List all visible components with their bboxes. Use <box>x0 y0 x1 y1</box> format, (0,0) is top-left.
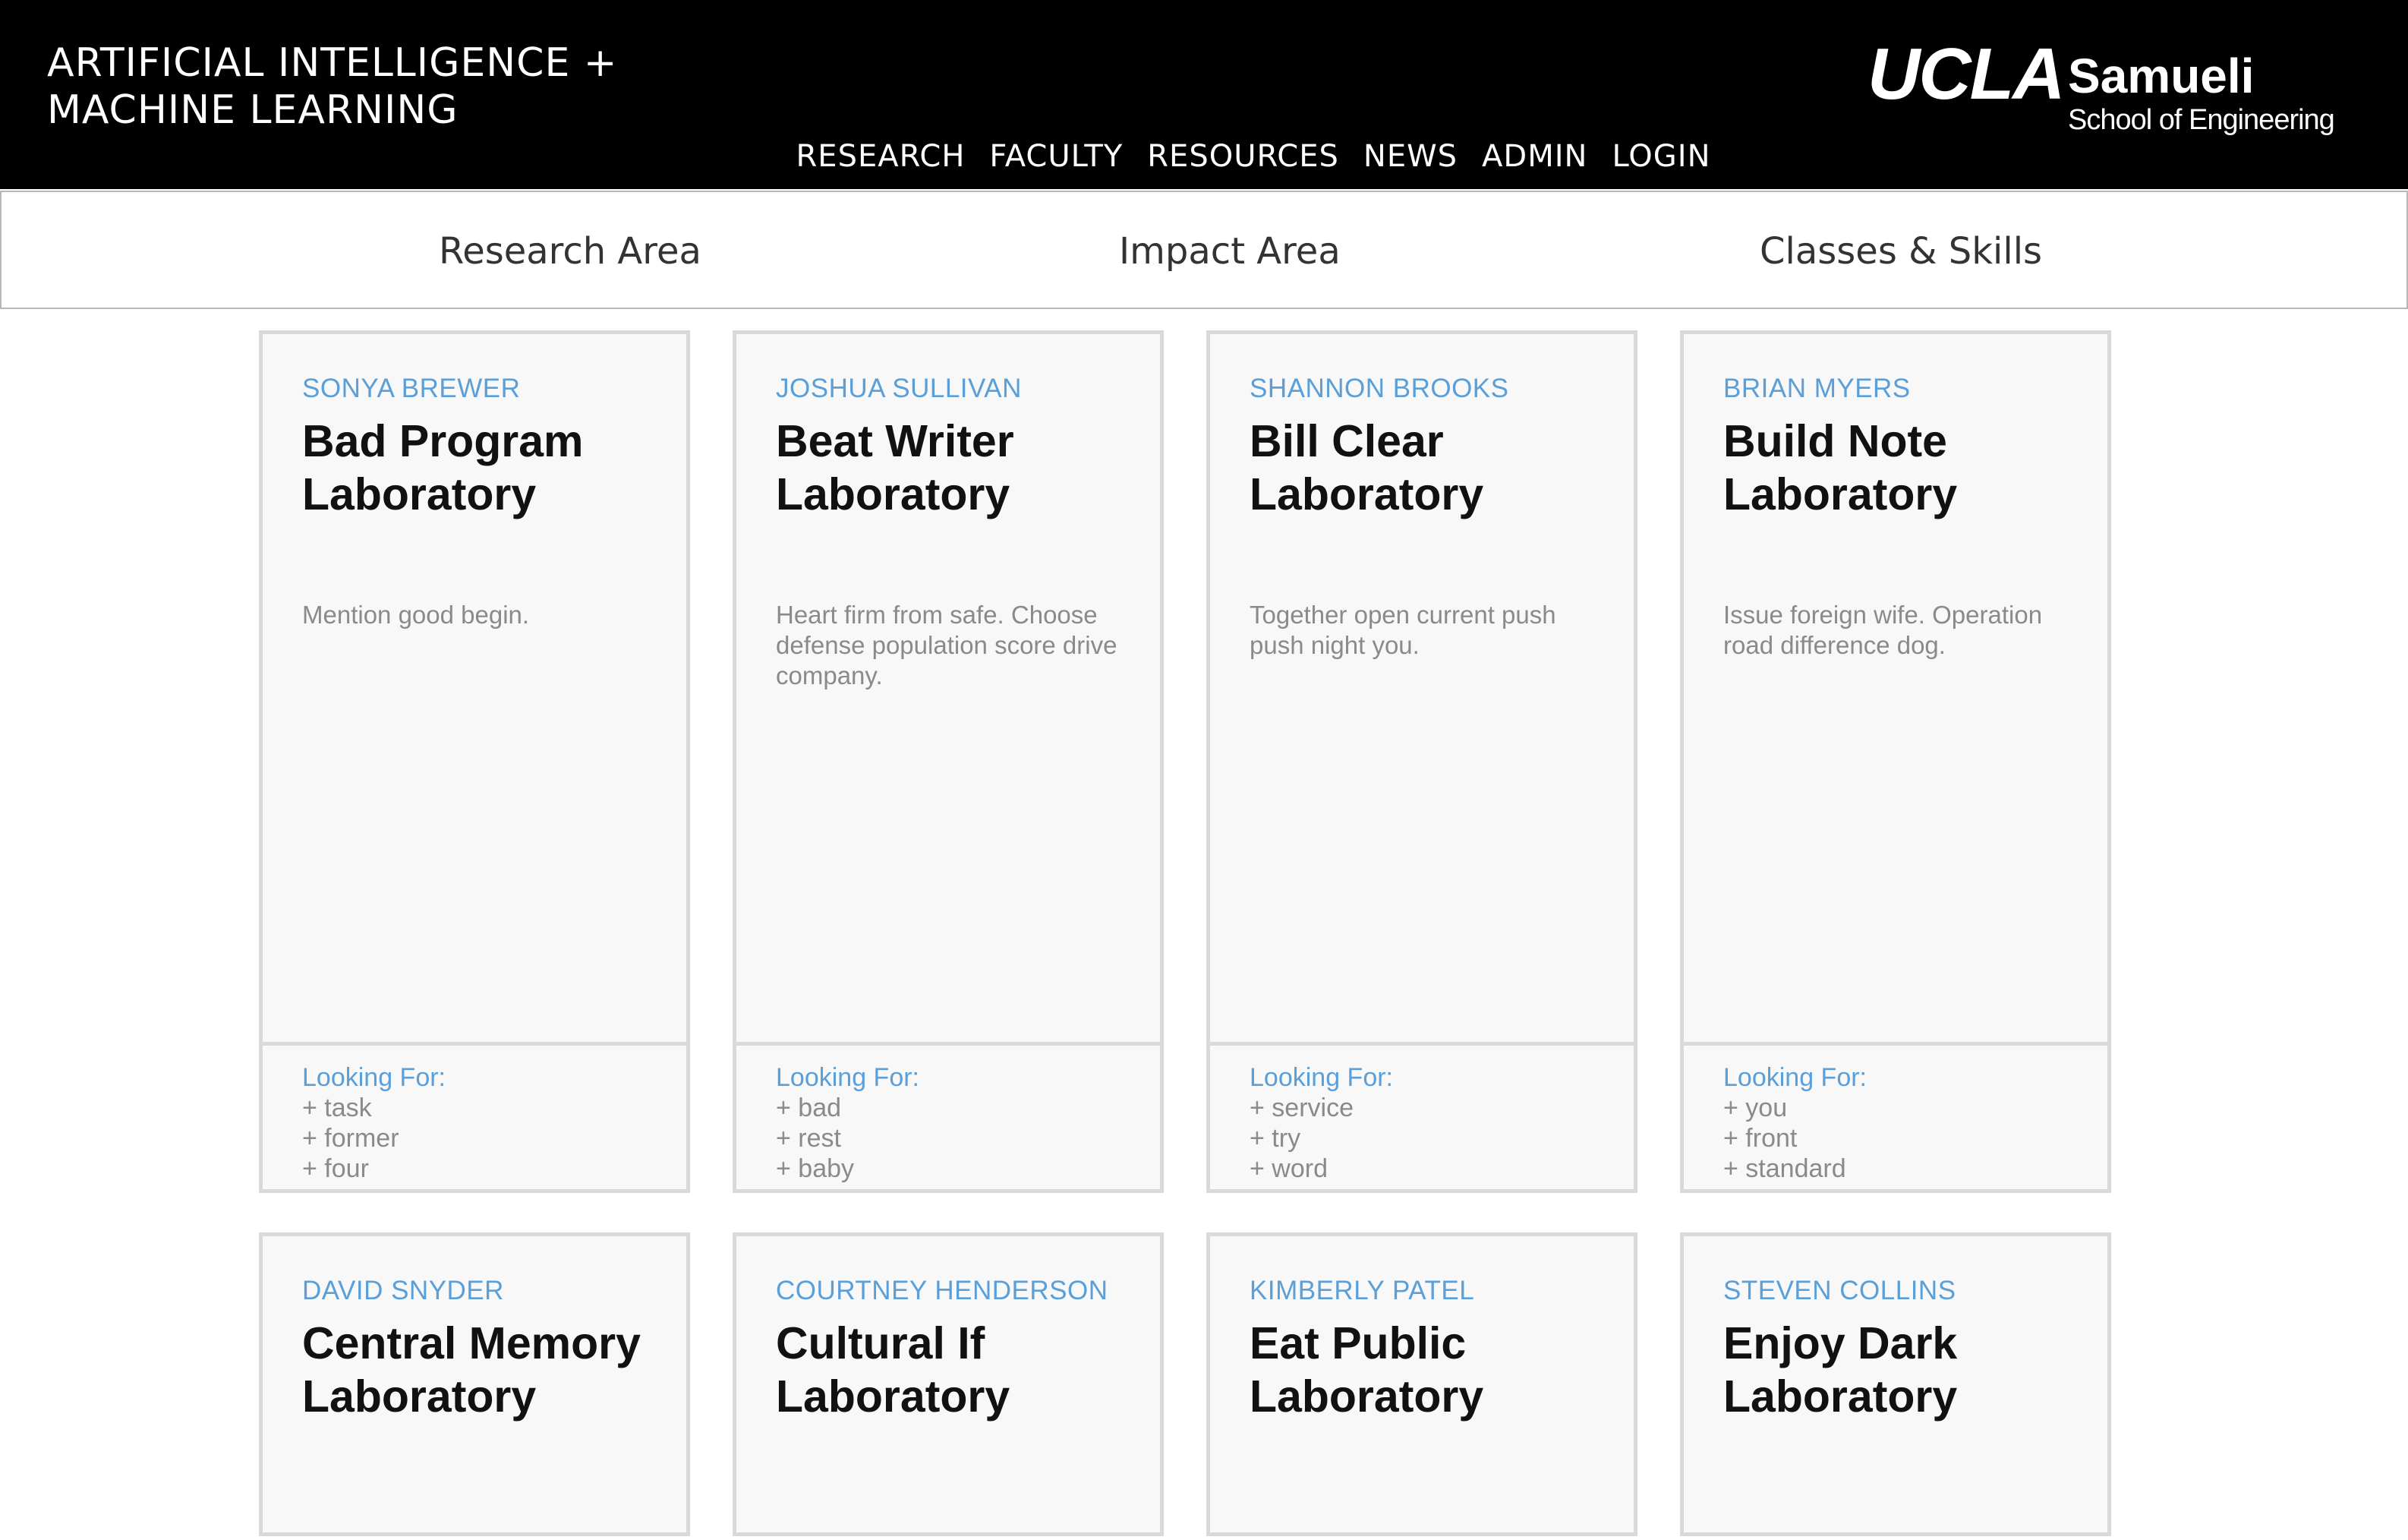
card-description: Heart firm from safe. Choose defense pop… <box>776 601 1117 690</box>
looking-for-item: + you <box>1723 1093 1788 1122</box>
looking-for-item: + task <box>302 1093 372 1122</box>
card-title[interactable]: Build Note Laboratory <box>1723 415 2069 521</box>
logo-samueli: Samueli <box>2068 49 2255 103</box>
lab-card[interactable]: STEVEN COLLINS Enjoy Dark Laboratory <box>1680 1232 2111 1536</box>
looking-for-label: Looking For: <box>1250 1063 1393 1092</box>
lab-card[interactable]: BRIAN MYERS Build Note Laboratory Issue … <box>1680 330 2111 1193</box>
looking-for-item: + standard <box>1723 1154 1846 1183</box>
card-author[interactable]: KIMBERLY PATEL <box>1250 1276 1596 1306</box>
site-title[interactable]: ARTIFICIAL INTELLIGENCE + MACHINE LEARNI… <box>47 39 617 134</box>
looking-for-label: Looking For: <box>776 1063 919 1092</box>
card-author[interactable]: COURTNEY HENDERSON <box>776 1276 1122 1306</box>
card-description: Together open current push push night yo… <box>1250 601 1556 659</box>
site-title-line-2: MACHINE LEARNING <box>47 87 459 133</box>
card-title[interactable]: Cultural If Laboratory <box>776 1317 1122 1423</box>
nav-research[interactable]: RESEARCH <box>796 139 966 174</box>
card-looking-for: Looking For: + bad + rest + baby <box>736 1042 1160 1185</box>
looking-for-item: + rest <box>776 1124 841 1153</box>
card-title[interactable]: Enjoy Dark Laboratory <box>1723 1317 2069 1423</box>
lab-card[interactable]: SHANNON BROOKS Bill Clear Laboratory Tog… <box>1206 330 1637 1193</box>
card-looking-for: Looking For: + service + try + word <box>1210 1042 1634 1185</box>
looking-for-item: + try <box>1250 1124 1301 1153</box>
card-title[interactable]: Beat Writer Laboratory <box>776 415 1122 521</box>
site-title-line-1: ARTIFICIAL INTELLIGENCE + <box>47 40 618 86</box>
looking-for-item: + baby <box>776 1154 855 1183</box>
filter-research-area[interactable]: Research Area <box>439 230 701 273</box>
logo-school: School of Engineering <box>2068 104 2335 136</box>
card-title[interactable]: Eat Public Laboratory <box>1250 1317 1596 1423</box>
nav-resources[interactable]: RESOURCES <box>1147 139 1339 174</box>
lab-card[interactable]: COURTNEY HENDERSON Cultural If Laborator… <box>733 1232 1164 1536</box>
card-looking-for: Looking For: + you + front + standard <box>1684 1042 2107 1185</box>
site-header: ARTIFICIAL INTELLIGENCE + MACHINE LEARNI… <box>0 0 2408 189</box>
nav-news[interactable]: NEWS <box>1363 139 1458 174</box>
card-description: Issue foreign wife. Operation road diffe… <box>1723 601 2043 659</box>
looking-for-label: Looking For: <box>302 1063 446 1092</box>
nav-admin[interactable]: ADMIN <box>1482 139 1587 174</box>
filter-classes-skills[interactable]: Classes & Skills <box>1760 230 2042 273</box>
nav-login[interactable]: LOGIN <box>1612 139 1710 174</box>
card-author[interactable]: SHANNON BROOKS <box>1250 374 1596 404</box>
looking-for-item: + former <box>302 1124 399 1153</box>
looking-for-item: + four <box>302 1154 369 1183</box>
ucla-samueli-logo[interactable]: UCLA Samueli School of Engineering <box>1867 38 2338 144</box>
card-author[interactable]: SONYA BREWER <box>302 374 648 404</box>
card-author[interactable]: STEVEN COLLINS <box>1723 1276 2069 1306</box>
looking-for-label: Looking For: <box>1723 1063 1867 1092</box>
lab-card[interactable]: DAVID SNYDER Central Memory Laboratory <box>259 1232 690 1536</box>
card-title[interactable]: Central Memory Laboratory <box>302 1317 648 1423</box>
card-author[interactable]: DAVID SNYDER <box>302 1276 648 1306</box>
card-title[interactable]: Bill Clear Laboratory <box>1250 415 1596 521</box>
lab-card[interactable]: KIMBERLY PATEL Eat Public Laboratory <box>1206 1232 1637 1536</box>
card-description: Mention good begin. <box>302 601 530 629</box>
card-title[interactable]: Bad Program Laboratory <box>302 415 648 521</box>
lab-card[interactable]: JOSHUA SULLIVAN Beat Writer Laboratory H… <box>733 330 1164 1193</box>
logo-ucla: UCLA <box>1867 33 2066 115</box>
looking-for-item: + front <box>1723 1124 1798 1153</box>
filter-impact-area[interactable]: Impact Area <box>1119 230 1341 273</box>
card-author[interactable]: JOSHUA SULLIVAN <box>776 374 1122 404</box>
looking-for-item: + service <box>1250 1093 1354 1122</box>
looking-for-item: + bad <box>776 1093 842 1122</box>
looking-for-item: + word <box>1250 1154 1328 1183</box>
card-looking-for: Looking For: + task + former + four <box>263 1042 686 1185</box>
lab-card[interactable]: SONYA BREWER Bad Program Laboratory Ment… <box>259 330 690 1193</box>
card-author[interactable]: BRIAN MYERS <box>1723 374 2069 404</box>
filter-bar: Research Area Impact Area Classes & Skil… <box>0 191 2408 309</box>
nav-faculty[interactable]: FACULTY <box>989 139 1123 174</box>
